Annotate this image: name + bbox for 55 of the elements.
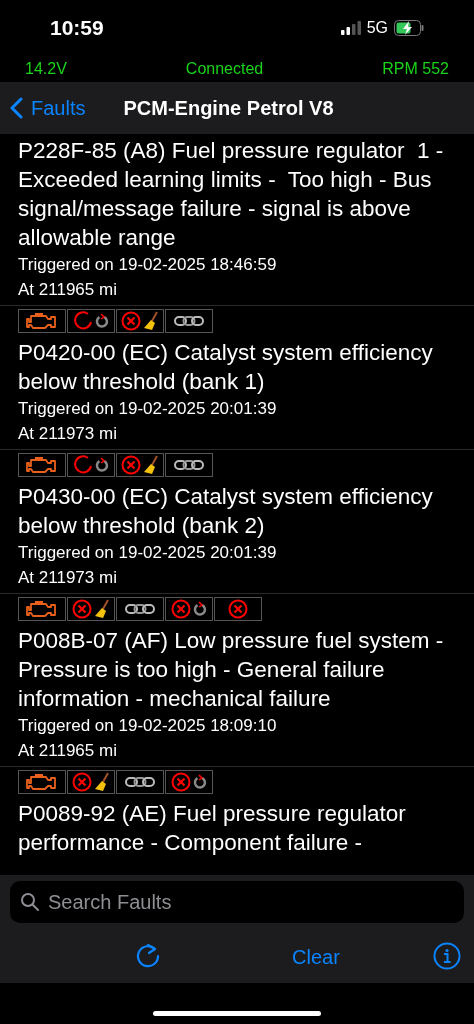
fault-title: P0430-00 (EC) Catalyst system efficiency below threshold (bank 2)	[18, 483, 434, 540]
engine-icon	[26, 456, 58, 474]
error-icon	[171, 772, 191, 792]
clear-button[interactable]: Clear	[292, 942, 340, 972]
trigger-time: Triggered on 19-02-2025 20:01:39	[18, 542, 278, 564]
mileage-text: At 211973 mi	[18, 567, 118, 589]
refresh-icon	[193, 601, 207, 617]
search-field[interactable]: Search Faults	[10, 881, 464, 923]
trigger-time: Triggered on 19-02-2025 20:01:39	[18, 398, 278, 420]
trigger-time: Triggered on 19-02-2025 18:46:59	[18, 254, 278, 276]
error-icon	[121, 311, 141, 331]
chain-icon	[125, 776, 155, 788]
broom-icon	[94, 599, 110, 619]
rpm-reading: RPM 552	[382, 59, 449, 79]
screen-title: PCM-Engine Petrol V8	[123, 96, 334, 121]
engine-icon	[26, 773, 58, 791]
battery-icon	[394, 20, 424, 36]
error-icon	[72, 599, 92, 619]
fault-title: P228F-85 (A8) Fuel pressure regulator 1 - Exceeded learning limits - Too high - Bus signal/message failure - signal is above allowable range	[18, 137, 445, 252]
error-icon	[171, 599, 191, 619]
chain-icon	[125, 603, 155, 615]
broom-icon	[143, 455, 159, 475]
refresh-icon	[193, 774, 207, 790]
mileage-text: At 211965 mi	[18, 740, 118, 762]
network-label: 5G	[366, 18, 388, 38]
connection-status: Connected	[185, 59, 264, 79]
chain-icon	[174, 315, 204, 327]
info-icon	[433, 942, 461, 970]
mileage-text: At 211973 mi	[18, 423, 118, 445]
error-icon	[121, 455, 141, 475]
arc-icon	[73, 311, 93, 331]
arc-icon	[73, 455, 93, 475]
search-icon	[20, 892, 40, 912]
info-button[interactable]	[433, 942, 461, 970]
chevron-left-icon	[10, 97, 23, 119]
broom-icon	[94, 772, 110, 792]
trigger-time: Triggered on 19-02-2025 18:09:10	[18, 715, 278, 737]
fault-title: P0420-00 (EC) Catalyst system efficiency below threshold (bank 1)	[18, 339, 434, 396]
refresh-icon	[134, 942, 162, 970]
error-icon	[72, 772, 92, 792]
mileage-text: At 211965 mi	[18, 279, 118, 301]
fault-title: P0089-92 (AE) Fuel pressure regulator performance - Component failure -	[18, 800, 407, 857]
fault-title: P008B-07 (AF) Low pressure fuel system - Pressure is too high - General failure information - mechanical failure	[18, 627, 445, 713]
back-button[interactable]: Faults	[0, 93, 86, 123]
engine-icon	[26, 600, 58, 618]
signal-icon	[340, 21, 361, 35]
voltage-reading: 14.2V	[25, 59, 67, 79]
broom-icon	[143, 311, 159, 331]
engine-icon	[26, 312, 58, 330]
refresh-icon	[95, 457, 109, 473]
refresh-button[interactable]	[134, 942, 162, 970]
clock-time: 10:59	[50, 15, 104, 42]
chain-icon	[174, 459, 204, 471]
refresh-icon	[95, 313, 109, 329]
error-icon	[228, 599, 248, 619]
